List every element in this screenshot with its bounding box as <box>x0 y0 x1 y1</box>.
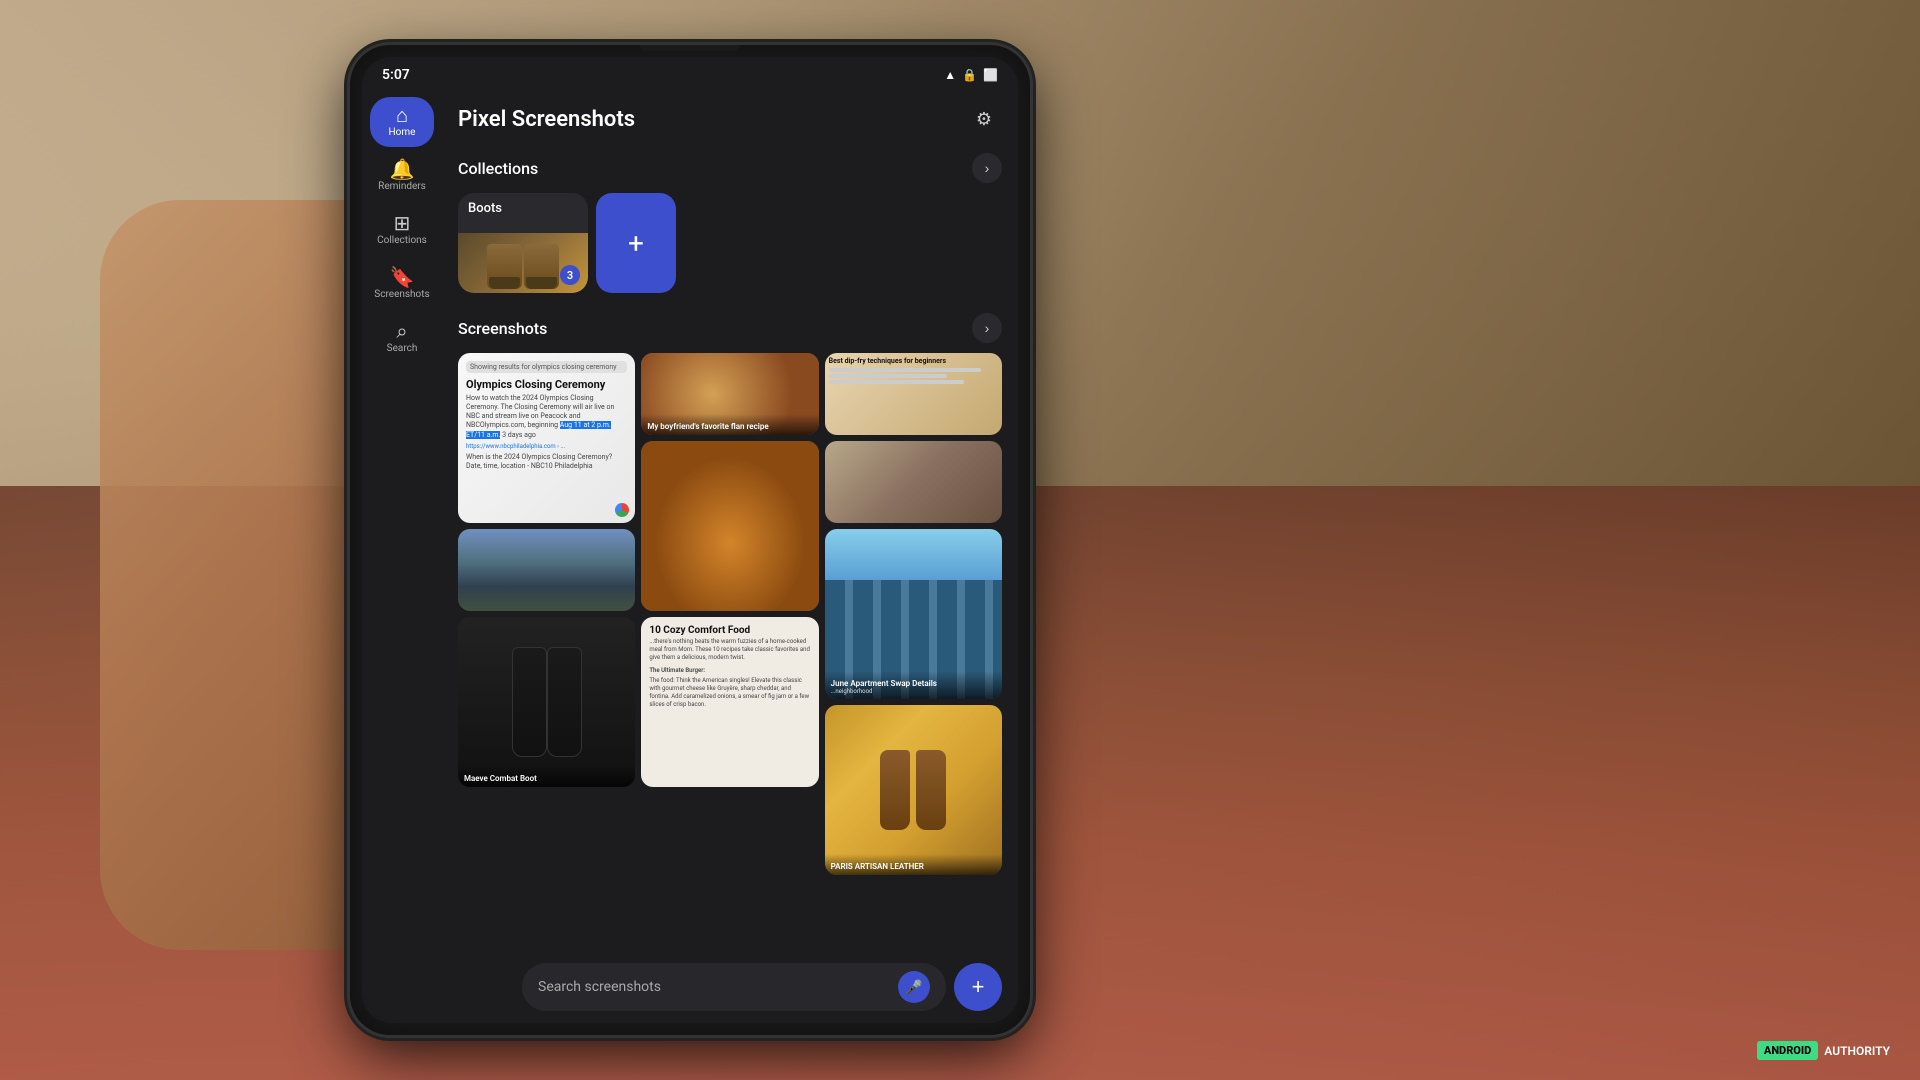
search-icon: ⌕ <box>396 321 407 341</box>
status-time: 5:07 <box>382 67 410 83</box>
screenshots-grid: Showing results for olympics closing cer… <box>458 353 1002 875</box>
sidebar-reminders-label: Reminders <box>378 181 426 193</box>
food2-line3 <box>829 380 964 384</box>
mic-button[interactable]: 🎤 <box>898 971 930 1003</box>
black-boot-1 <box>512 647 547 757</box>
settings-button[interactable]: ⚙ <box>966 101 1002 137</box>
burger-content <box>641 441 818 611</box>
plus-icon: + <box>628 227 644 260</box>
building-overlay: June Apartment Swap Details ...neighborh… <box>825 671 1002 699</box>
screenshots-section-header: Screenshots › <box>458 313 1002 343</box>
collection-boots-label: Boots <box>468 201 502 216</box>
olympics-link-text: When is the 2024 Olympics Closing Ceremo… <box>466 453 627 471</box>
app-header: Pixel Screenshots ⚙ <box>458 101 1002 137</box>
battery-icon: ⬜ <box>983 68 998 82</box>
sidebar-item-home[interactable]: ⌂ Home <box>370 97 434 147</box>
cowboy-title: PARIS ARTISAN LEATHER <box>831 862 996 871</box>
olympics-subtext: How to watch the 2024 Olympics Closing C… <box>466 394 627 439</box>
mountain-content <box>458 529 635 611</box>
screenshot-burger[interactable] <box>641 441 818 611</box>
collection-card-boots[interactable]: Boots 3 <box>458 193 588 293</box>
olympics-link: https://www.nbcphiladelphia.com › ... <box>466 443 627 450</box>
screenshot-olympics[interactable]: Showing results for olympics closing cer… <box>458 353 635 523</box>
bookmark-icon: 🔖 <box>390 267 415 287</box>
food2-line1 <box>829 368 981 372</box>
girl-content <box>825 441 1002 523</box>
sidebar-item-screenshots[interactable]: 🔖 Screenshots <box>370 259 434 309</box>
food1-title: My boyfriend's favorite flan recipe <box>647 422 812 431</box>
screenshot-food1[interactable]: My boyfriend's favorite flan recipe <box>641 353 818 435</box>
bottom-search-bar: Search screenshots 🎤 + <box>522 963 1002 1011</box>
wifi-icon: ▲ <box>944 68 956 82</box>
black-boot-2 <box>547 647 582 757</box>
boot-image-1 <box>487 244 522 289</box>
watermark-android: ANDROID <box>1757 1041 1818 1060</box>
cowboy-boot-1 <box>880 750 910 830</box>
sidebar-search-label: Search <box>387 343 418 355</box>
collections-chevron-button[interactable]: › <box>972 153 1002 183</box>
food1-overlay: My boyfriend's favorite flan recipe <box>641 414 818 435</box>
sidebar: ⌂ Home 🔔 Reminders ⊞ Collections 🔖 Scree… <box>362 89 442 1023</box>
building-content: June Apartment Swap Details ...neighborh… <box>825 529 1002 699</box>
sidebar-item-collections[interactable]: ⊞ Collections <box>370 205 434 255</box>
cowboy-overlay: PARIS ARTISAN LEATHER <box>825 854 1002 875</box>
food1-content: My boyfriend's favorite flan recipe <box>641 353 818 435</box>
page-title: Pixel Screenshots <box>458 107 635 132</box>
screenshot-building[interactable]: June Apartment Swap Details ...neighborh… <box>825 529 1002 699</box>
watermark-authority: AUTHORITY <box>1824 1044 1890 1058</box>
sidebar-item-search[interactable]: ⌕ Search <box>370 313 434 363</box>
collections-icon: ⊞ <box>394 213 411 233</box>
olympics-search-bar: Showing results for olympics closing cer… <box>466 361 627 373</box>
status-bar: 5:07 ▲ 🔒 ⬜ <box>362 57 1018 89</box>
bell-icon: 🔔 <box>390 159 415 179</box>
boots2-overlay: Maeve Combat Boot <box>458 766 635 787</box>
screenshot-boots2[interactable]: Maeve Combat Boot <box>458 617 635 787</box>
home-icon: ⌂ <box>396 105 408 125</box>
app-content: ⌂ Home 🔔 Reminders ⊞ Collections 🔖 Scree… <box>362 89 1018 1023</box>
screenshot-comfort-food[interactable]: 10 Cozy Comfort Food ...there's nothing … <box>641 617 818 787</box>
food2-content: Best dip-fry techniques for beginners <box>825 353 1002 435</box>
screenshots-title: Screenshots <box>458 319 547 338</box>
main-area[interactable]: Pixel Screenshots ⚙ Collections › Boots <box>442 89 1018 1023</box>
food2-title: Best dip-fry techniques for beginners <box>829 357 998 365</box>
collections-title: Collections <box>458 159 538 178</box>
screenshot-food2[interactable]: Best dip-fry techniques for beginners <box>825 353 1002 435</box>
add-collection-button[interactable]: + <box>596 193 676 293</box>
screenshot-cowboy-boots[interactable]: PARIS ARTISAN LEATHER <box>825 705 1002 875</box>
food2-line2 <box>829 374 948 378</box>
cf-text: ...there's nothing beats the warm fuzzie… <box>649 638 810 661</box>
boot-image-2 <box>524 244 559 289</box>
screenshots-chevron-button[interactable]: › <box>972 313 1002 343</box>
cf-title: 10 Cozy Comfort Food <box>649 625 810 636</box>
sidebar-item-reminders[interactable]: 🔔 Reminders <box>370 151 434 201</box>
sidebar-collections-label: Collections <box>377 235 427 247</box>
screenshot-girl[interactable] <box>825 441 1002 523</box>
cf-burger-text: The food: Think the American singles! El… <box>649 677 810 708</box>
olympics-content: Showing results for olympics closing cer… <box>458 353 635 523</box>
sidebar-screenshots-label: Screenshots <box>374 289 429 301</box>
cowboy-boot-2 <box>916 750 946 830</box>
screenshot-mountain[interactable] <box>458 529 635 611</box>
building-sub: ...neighborhood <box>831 688 996 695</box>
boots2-title: Maeve Combat Boot <box>464 774 629 783</box>
boots2-content: Maeve Combat Boot <box>458 617 635 787</box>
lock-icon: 🔒 <box>962 68 977 82</box>
phone-notch <box>640 45 740 51</box>
sidebar-home-label: Home <box>389 127 416 139</box>
search-placeholder: Search screenshots <box>538 979 890 995</box>
collections-section-header: Collections › <box>458 153 1002 183</box>
comfort-food-content: 10 Cozy Comfort Food ...there's nothing … <box>641 617 818 787</box>
phone-screen: 5:07 ▲ 🔒 ⬜ ⌂ Home 🔔 Reminders ⊞ <box>362 57 1018 1023</box>
collections-row: Boots 3 + <box>458 193 1002 293</box>
watermark: ANDROID AUTHORITY <box>1757 1041 1890 1060</box>
search-pill[interactable]: Search screenshots 🎤 <box>522 963 946 1011</box>
cf-subtext: The Ultimate Burger: <box>649 667 810 675</box>
olympics-headline: Olympics Closing Ceremony <box>466 378 627 391</box>
building-title: June Apartment Swap Details <box>831 679 996 688</box>
status-icons: ▲ 🔒 ⬜ <box>944 68 998 82</box>
collection-count-badge: 3 <box>560 265 580 285</box>
cowboy-boots-content: PARIS ARTISAN LEATHER <box>825 705 1002 875</box>
phone-frame: 5:07 ▲ 🔒 ⬜ ⌂ Home 🔔 Reminders ⊞ <box>350 45 1030 1035</box>
add-screenshot-button[interactable]: + <box>954 963 1002 1011</box>
